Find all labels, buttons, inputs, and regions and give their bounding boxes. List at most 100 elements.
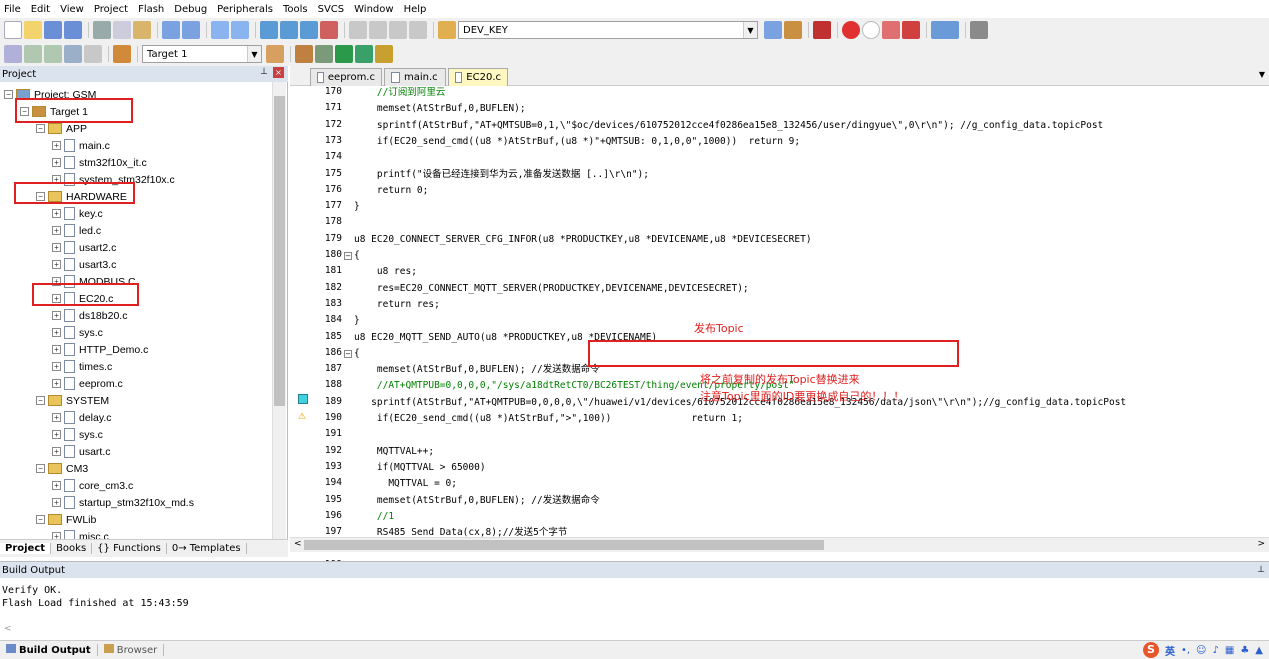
configure-icon[interactable] [970,21,988,39]
tree-file[interactable]: + times.c [52,358,112,375]
mic-icon[interactable]: ♪ [1212,645,1218,656]
tree-file[interactable]: + HTTP_Demo.c [52,341,148,358]
menu-item-tools[interactable]: Tools [283,4,308,15]
menu-item-project[interactable]: Project [94,4,128,15]
unindent-icon[interactable] [369,21,387,39]
run-time-environment-icon[interactable] [375,45,393,63]
tab-main[interactable]: main.c [384,68,446,86]
clear-bookmarks-icon[interactable] [320,21,338,39]
find-in-files-icon[interactable] [438,21,456,39]
tree-file[interactable]: + usart.c [52,443,111,460]
tab-browser[interactable]: Browser [98,644,165,656]
window-layout-icon[interactable] [931,21,959,39]
menu-item-edit[interactable]: Edit [31,4,50,15]
tree-file[interactable]: + main.c [52,137,110,154]
pin-icon[interactable]: ⊥ [260,67,268,77]
expand-toggle-icon[interactable]: + [52,260,61,269]
menu-item-svcs[interactable]: SVCS [318,4,345,15]
tree-file[interactable]: + ds18b20.c [52,307,127,324]
incremental-find-icon[interactable] [784,21,802,39]
fold-toggle-icon[interactable]: − [344,252,352,260]
expand-toggle-icon[interactable]: − [36,464,45,473]
select-packs-icon[interactable] [315,45,333,63]
expand-toggle-icon[interactable]: + [52,345,61,354]
build-icon[interactable] [24,45,42,63]
expand-toggle-icon[interactable]: + [52,158,61,167]
nav-forward-icon[interactable] [231,21,249,39]
menu-item-file[interactable]: File [4,4,21,15]
nav-back-icon[interactable] [211,21,229,39]
menu-item-flash[interactable]: Flash [138,4,164,15]
save-icon[interactable] [44,21,62,39]
keyboard-icon[interactable]: ▦ [1225,645,1234,656]
expand-toggle-icon[interactable]: + [52,243,61,252]
expand-toggle-icon[interactable]: + [52,328,61,337]
breakpoint-icon[interactable] [842,21,860,39]
expand-toggle-icon[interactable]: + [52,226,61,235]
scroll-left-icon[interactable]: < [4,624,12,634]
menu-item-window[interactable]: Window [354,4,393,15]
tree-file[interactable]: + eeprom.c [52,375,123,392]
expand-toggle-icon[interactable]: + [52,447,61,456]
rebuild-icon[interactable] [44,45,62,63]
tree-folder[interactable]: − FWLib [36,511,96,528]
tree-scrollbar[interactable] [272,82,286,542]
kill-all-breakpoints-icon[interactable] [902,21,920,39]
new-file-icon[interactable] [4,21,22,39]
expand-toggle-icon[interactable]: + [52,498,61,507]
prev-bookmark-icon[interactable] [280,21,298,39]
tab-build-output[interactable]: Build Output [0,644,98,656]
next-bookmark-icon[interactable] [300,21,318,39]
save-all-icon[interactable] [64,21,82,39]
manage-components-icon[interactable] [355,45,373,63]
target-combo[interactable]: Target 1 ▼ [142,45,262,63]
expand-toggle-icon[interactable]: − [4,90,13,99]
tab-ec20[interactable]: EC20.c [448,68,508,86]
fold-toggle-icon[interactable]: − [344,349,352,358]
disable-breakpoint-icon[interactable] [862,21,880,39]
menu-item-view[interactable]: View [60,4,84,15]
expand-toggle-icon[interactable]: + [52,141,61,150]
manage-project-icon[interactable] [295,45,313,63]
skin-icon[interactable]: ♣ [1240,645,1249,656]
panel-tab[interactable]: {} Functions [92,543,167,554]
expand-toggle-icon[interactable]: + [52,430,61,439]
expand-toggle-icon[interactable]: + [52,379,61,388]
tools-icon[interactable]: ▲ [1255,645,1263,656]
tree-file[interactable]: + delay.c [52,409,112,426]
pin-icon[interactable]: ⊥ [1257,565,1265,575]
tree-file[interactable]: + sys.c [52,324,103,341]
menu-item-peripherals[interactable]: Peripherals [217,4,273,15]
tree-file[interactable]: + usart2.c [52,239,116,256]
copy-icon[interactable] [113,21,131,39]
expand-toggle-icon[interactable]: + [52,481,61,490]
tab-eeprom[interactable]: eeprom.c [310,68,382,86]
tree-folder[interactable]: − SYSTEM [36,392,109,409]
close-panel-icon[interactable]: × [273,67,284,78]
find-icon[interactable] [764,21,782,39]
panel-tab[interactable]: Books [51,543,93,554]
editor-hscrollbar[interactable]: < > [290,537,1269,552]
tree-file[interactable]: + usart3.c [52,256,116,273]
paste-icon[interactable] [133,21,151,39]
download-icon[interactable] [113,45,131,63]
bookmark-icon[interactable] [260,21,278,39]
uncomment-icon[interactable] [409,21,427,39]
batch-build-icon[interactable] [64,45,82,63]
emoji-icon[interactable]: ☺ [1196,645,1206,656]
panel-tab[interactable]: 0→ Templates [167,543,247,554]
tree-file[interactable]: + core_cm3.c [52,477,133,494]
cut-icon[interactable] [93,21,111,39]
translate-icon[interactable] [4,45,22,63]
ime-logo-icon[interactable]: S [1142,642,1159,658]
code-area[interactable]: //订阅到阿里云 memset(AtStrBuf,0,BUFLEN); spri… [354,86,1254,537]
ime-language[interactable]: 英 [1165,643,1175,658]
target-options-icon[interactable] [266,45,284,63]
stop-build-icon[interactable] [84,45,102,63]
redo-icon[interactable] [182,21,200,39]
expand-toggle-icon[interactable]: − [36,515,45,524]
menu-item-help[interactable]: Help [404,4,427,15]
undo-icon[interactable] [162,21,180,39]
tree-file[interactable]: + startup_stm32f10x_md.s [52,494,194,511]
open-file-icon[interactable] [24,21,42,39]
